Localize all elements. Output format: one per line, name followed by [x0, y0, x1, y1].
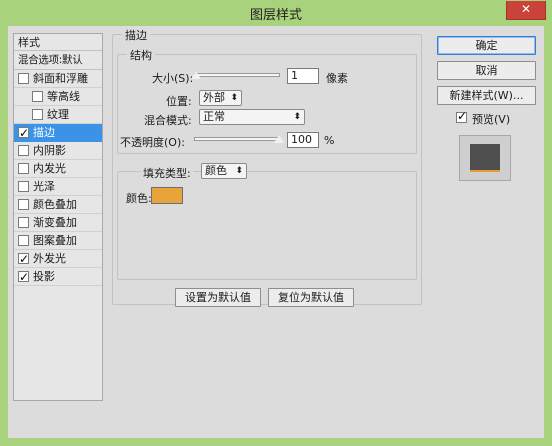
preview-toggle[interactable]: 预览(V): [456, 109, 526, 126]
style-item-checkbox[interactable]: [18, 163, 29, 174]
close-icon: ✕: [520, 2, 532, 16]
style-item[interactable]: 等高线: [14, 88, 102, 106]
opacity-input[interactable]: 100: [287, 132, 319, 148]
style-preview-thumbnail: [459, 135, 511, 181]
style-item-label: 纹理: [47, 108, 69, 121]
style-item-checkbox[interactable]: [18, 268, 29, 286]
opacity-label: 不透明度(O):: [120, 136, 185, 149]
style-item[interactable]: 投影: [14, 268, 102, 286]
position-value: 外部: [203, 91, 225, 104]
size-input[interactable]: 1: [287, 68, 319, 84]
style-item-checkbox[interactable]: [32, 109, 43, 120]
style-item-label: 颜色叠加: [33, 198, 77, 211]
size-label: 大小(S):: [152, 72, 194, 85]
style-item-checkbox[interactable]: [18, 145, 29, 156]
styles-list: 样式 混合选项:默认 斜面和浮雕等高线纹理描边内阴影内发光光泽颜色叠加渐变叠加图…: [13, 33, 103, 401]
blend-mode-value: 正常: [203, 110, 225, 123]
style-item-label: 光泽: [33, 180, 55, 193]
preview-checkbox[interactable]: [456, 109, 467, 123]
style-item-label: 渐变叠加: [33, 216, 77, 229]
dropdown-arrow-icon: ⬍: [235, 166, 243, 176]
size-unit: 像素: [326, 72, 348, 85]
blend-mode-select[interactable]: 正常 ⬍: [199, 109, 305, 125]
style-item[interactable]: 纹理: [14, 106, 102, 124]
blend-mode-label: 混合模式:: [144, 114, 192, 127]
style-item-checkbox[interactable]: [32, 91, 43, 102]
size-slider[interactable]: [194, 73, 280, 77]
stroke-group-title: 描边: [122, 27, 150, 43]
style-item[interactable]: 颜色叠加: [14, 196, 102, 214]
close-button[interactable]: ✕: [506, 1, 546, 20]
style-item-label: 描边: [33, 126, 55, 139]
window-frame-left: [0, 26, 8, 446]
opacity-slider[interactable]: [194, 137, 280, 141]
style-item-label: 投影: [33, 270, 55, 283]
cancel-button[interactable]: 取消: [437, 61, 536, 80]
style-item-checkbox[interactable]: [18, 217, 29, 228]
opacity-slider-thumb[interactable]: [273, 134, 285, 144]
fill-type-value: 颜色: [205, 164, 227, 177]
style-item[interactable]: 内发光: [14, 160, 102, 178]
size-slider-thumb[interactable]: [190, 70, 202, 80]
style-item[interactable]: 渐变叠加: [14, 214, 102, 232]
style-item-checkbox[interactable]: [18, 235, 29, 246]
color-swatch[interactable]: [151, 187, 183, 204]
style-item-label: 图案叠加: [33, 234, 77, 247]
dropdown-arrow-icon: ⬍: [293, 112, 301, 122]
new-style-button[interactable]: 新建样式(W)...: [437, 86, 536, 105]
style-item-checkbox[interactable]: [18, 124, 29, 142]
ok-button[interactable]: 确定: [437, 36, 536, 55]
style-item-label: 斜面和浮雕: [33, 72, 88, 85]
title-bar[interactable]: 图层样式 ✕: [0, 0, 552, 26]
style-item-checkbox[interactable]: [18, 199, 29, 210]
window-title: 图层样式: [249, 8, 302, 23]
structure-group-title: 结构: [127, 47, 155, 63]
blend-options-item[interactable]: 混合选项:默认: [14, 51, 102, 70]
style-item-label: 内发光: [33, 162, 66, 175]
reset-default-button[interactable]: 复位为默认值: [268, 288, 354, 307]
styles-header[interactable]: 样式: [14, 34, 102, 51]
preview-label: 预览(V): [472, 113, 511, 126]
position-label: 位置:: [166, 95, 192, 108]
style-item-checkbox[interactable]: [18, 181, 29, 192]
style-item-label: 外发光: [33, 252, 66, 265]
fill-type-select[interactable]: 颜色 ⬍: [201, 163, 247, 179]
style-item[interactable]: 光泽: [14, 178, 102, 196]
style-item[interactable]: 图案叠加: [14, 232, 102, 250]
style-item[interactable]: 斜面和浮雕: [14, 70, 102, 88]
window-frame-bottom: [0, 438, 552, 446]
style-item-label: 等高线: [47, 90, 80, 103]
style-item[interactable]: 描边: [14, 124, 102, 142]
opacity-unit: %: [324, 134, 335, 147]
preview-swatch: [470, 144, 500, 172]
make-default-button[interactable]: 设置为默认值: [175, 288, 261, 307]
window-frame-right: [544, 26, 552, 446]
style-item-checkbox[interactable]: [18, 250, 29, 268]
style-item[interactable]: 内阴影: [14, 142, 102, 160]
style-item-label: 内阴影: [33, 144, 66, 157]
dropdown-arrow-icon: ⬍: [230, 93, 238, 103]
color-label: 颜色:: [126, 192, 152, 205]
dialog-body: 样式 混合选项:默认 斜面和浮雕等高线纹理描边内阴影内发光光泽颜色叠加渐变叠加图…: [8, 26, 544, 438]
style-item-checkbox[interactable]: [18, 73, 29, 84]
style-item[interactable]: 外发光: [14, 250, 102, 268]
position-select[interactable]: 外部 ⬍: [199, 90, 242, 106]
fill-type-label: 填充类型:: [141, 165, 193, 181]
